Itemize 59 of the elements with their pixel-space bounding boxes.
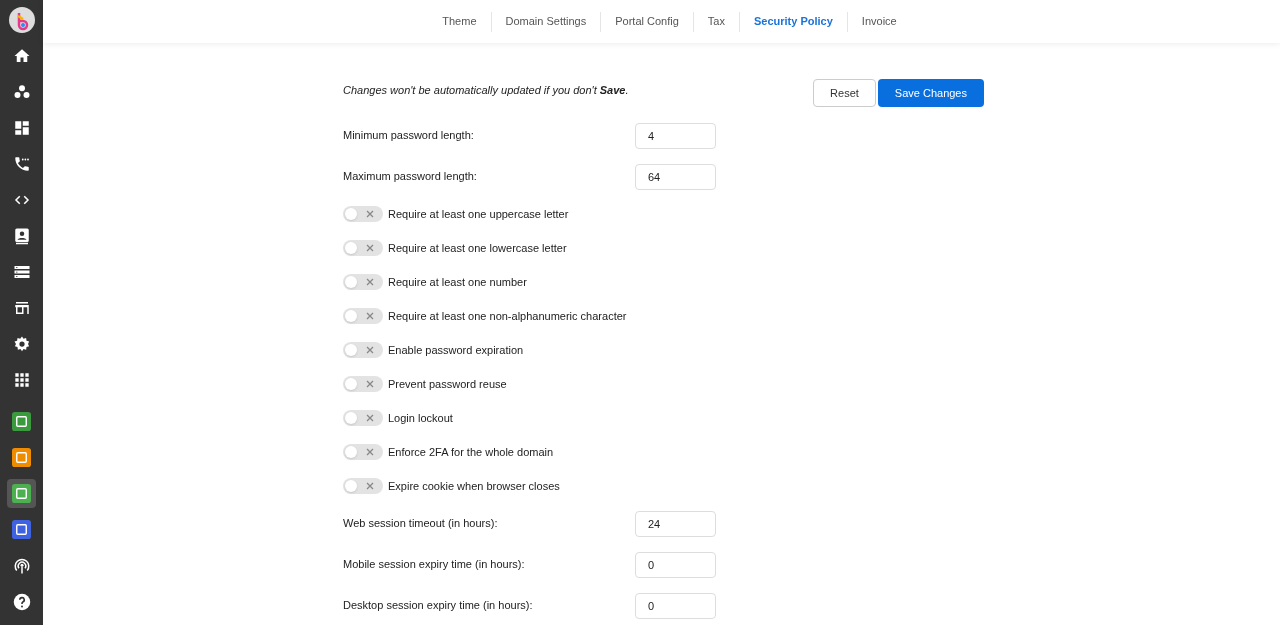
field-label: Minimum password length: [343,128,474,144]
number-field[interactable]: 24 [635,510,716,537]
toggle-switch[interactable] [343,206,383,222]
field-label: Desktop session expiry time (in hours): [343,598,533,614]
toggle-label: Login lockout [388,410,453,426]
tab[interactable]: Theme [428,13,491,30]
broadcast-icon[interactable] [12,556,31,575]
tab[interactable]: Invoice [847,13,911,30]
toggle-label: Require at least one uppercase letter [388,206,569,222]
help-icon[interactable] [12,592,31,611]
cross-icon [366,346,374,354]
settings-icon[interactable] [12,334,31,353]
phone-icon[interactable] [12,154,31,173]
cross-icon [366,414,374,422]
save-button[interactable]: Save Changes [877,79,984,107]
toggle-label: Enable password expiration [388,342,524,358]
number-field[interactable]: 0 [635,551,716,578]
app-tile-icon[interactable] [7,479,36,508]
toggle-switch[interactable] [343,342,383,358]
tab[interactable]: Tax [693,13,739,30]
toggle-label: Require at least one number [388,274,527,290]
toggle-switch[interactable] [343,274,383,290]
toggle-switch[interactable] [343,376,383,392]
toggle-switch[interactable] [343,410,383,426]
cross-icon [366,312,374,320]
group-icon[interactable] [12,82,31,101]
toggle-label: Prevent password reuse [388,376,507,392]
cross-icon [366,278,374,286]
toggle-switch[interactable] [343,308,383,324]
field-label: Web session timeout (in hours): [343,516,498,532]
logo-icon[interactable] [8,6,35,33]
toggle-switch[interactable] [343,240,383,256]
cross-icon [366,210,374,218]
field-label: Mobile session expiry time (in hours): [343,557,525,573]
tab[interactable]: Portal Config [601,13,693,30]
apps-grid-icon[interactable] [13,371,30,388]
tab[interactable]: Domain Settings [491,13,601,30]
save-notice: Changes won't be automatically updated if you don't Save. [343,83,629,98]
app-tile-icon[interactable] [12,412,31,431]
toggle-label: Require at least one lowercase letter [388,240,567,256]
number-field[interactable]: 4 [635,122,716,149]
toggle-label: Enforce 2FA for the whole domain [388,444,554,460]
cross-icon [366,482,374,490]
app-tile-icon[interactable] [12,448,31,467]
cross-icon [366,244,374,252]
field-label: Maximum password length: [343,169,477,185]
toggle-label: Require at least one non-alphanumeric character [388,308,627,324]
cross-icon [366,380,374,388]
toggle-switch[interactable] [343,478,383,494]
cross-icon [366,448,374,456]
reset-button[interactable]: Reset [813,79,876,107]
contact-card-icon[interactable] [12,226,31,245]
number-field[interactable]: 64 [635,163,716,190]
number-field[interactable]: 0 [635,592,716,619]
toggle-switch[interactable] [343,444,383,460]
dashboard-icon[interactable] [12,118,31,137]
toggle-label: Expire cookie when browser closes [388,478,560,494]
tab[interactable]: Security Policy [739,13,847,30]
app-tile-icon[interactable] [12,520,31,539]
